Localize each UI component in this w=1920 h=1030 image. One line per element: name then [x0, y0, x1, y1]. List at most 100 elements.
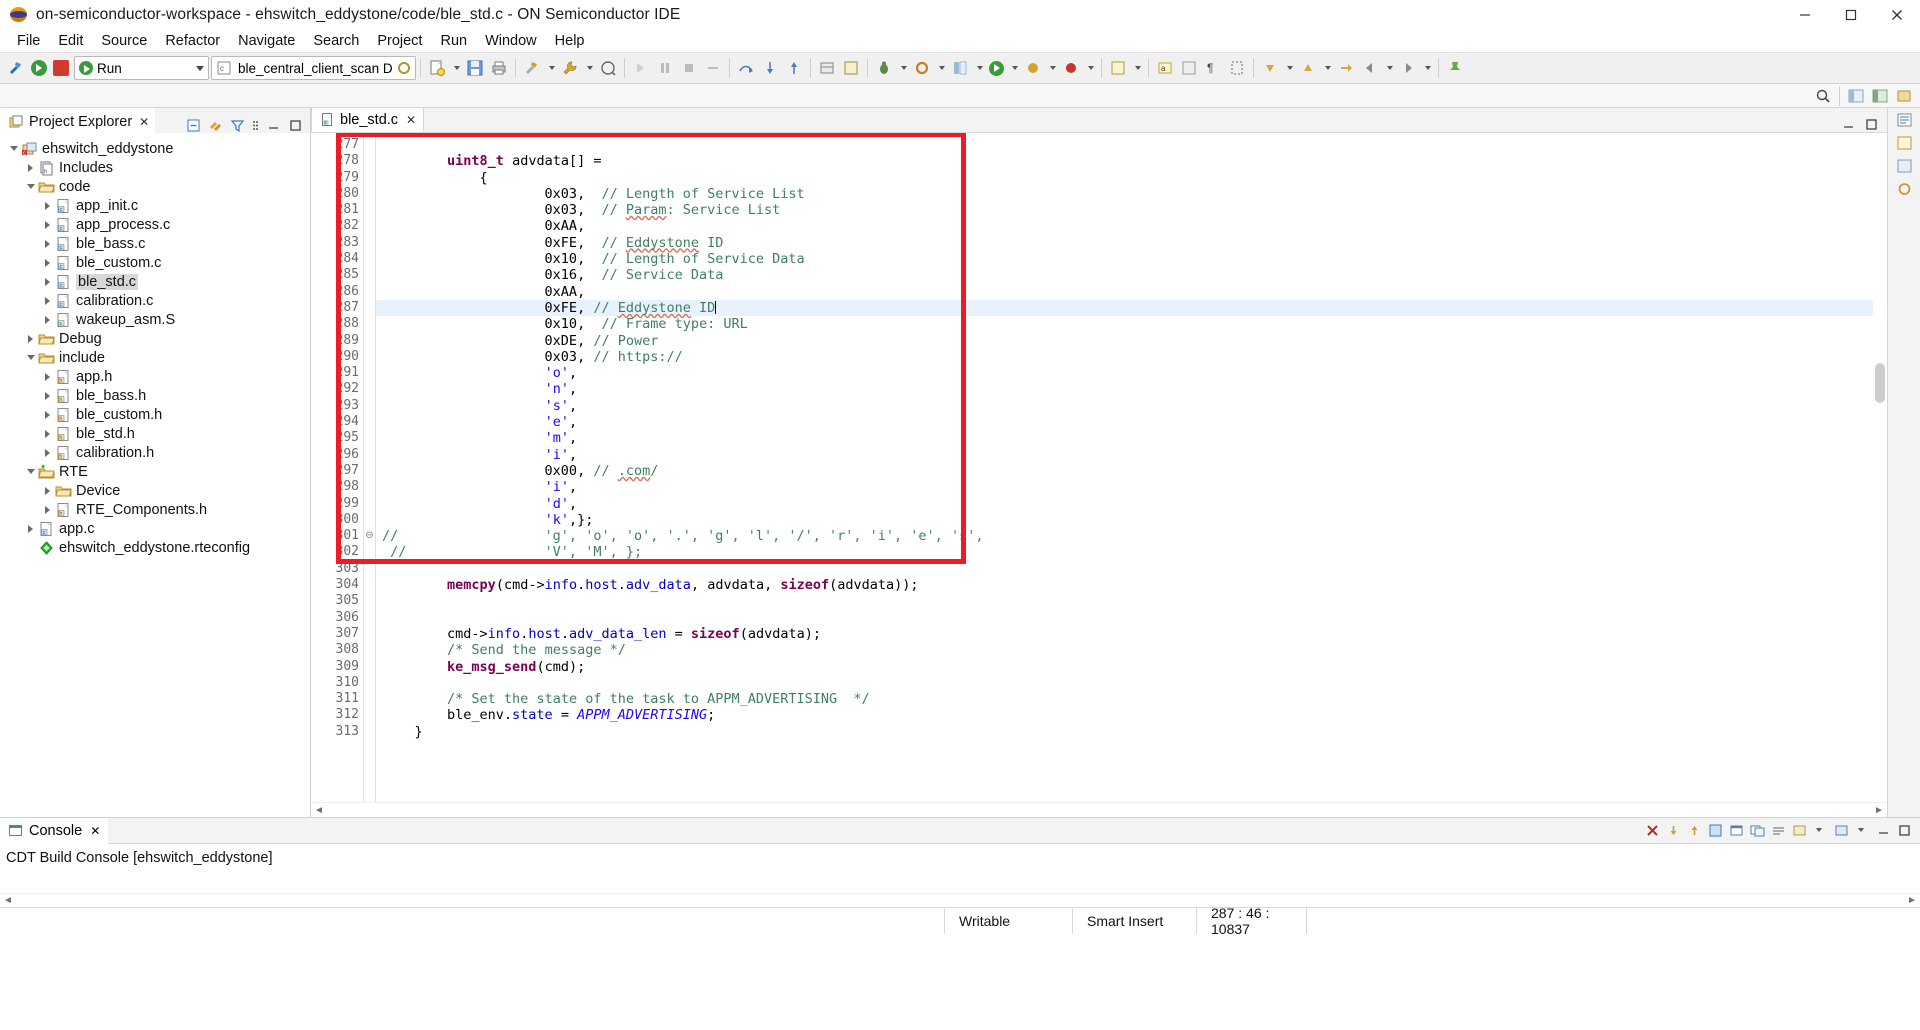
- chevron-right-icon[interactable]: [23, 334, 38, 343]
- back-icon[interactable]: [1358, 55, 1382, 81]
- build-hammer-icon[interactable]: [4, 55, 28, 81]
- console-output[interactable]: CDT Build Console [ehswitch_eddystone]: [0, 844, 1920, 893]
- code-line[interactable]: [376, 675, 1887, 691]
- show-source-quick-icon[interactable]: ¶: [1201, 55, 1225, 81]
- display-selected-console-icon[interactable]: [1729, 823, 1744, 838]
- step-into-icon[interactable]: [629, 55, 653, 81]
- pin-editor-icon[interactable]: [1443, 55, 1467, 81]
- chevron-down-icon[interactable]: [1083, 55, 1097, 81]
- tree-item-app-process-c[interactable]: c app_process.c: [0, 215, 310, 234]
- coverage-icon[interactable]: [1059, 55, 1083, 81]
- tree-item-app-h[interactable]: h app.h: [0, 367, 310, 386]
- menu-item-refactor[interactable]: Refactor: [156, 33, 229, 49]
- console-options-icon[interactable]: [1834, 823, 1849, 838]
- chevron-right-icon[interactable]: [40, 258, 55, 267]
- clear-console-icon[interactable]: [1645, 823, 1660, 838]
- chevron-right-icon[interactable]: [40, 429, 55, 438]
- scroll-left-icon[interactable]: ◄: [311, 805, 327, 816]
- code-line[interactable]: {: [376, 170, 1887, 186]
- tree-item-app-init-c[interactable]: c app_init.c: [0, 196, 310, 215]
- tree-item-debug[interactable]: Debug: [0, 329, 310, 348]
- fold-toggle-icon[interactable]: ⊖: [364, 528, 375, 544]
- scroll-right-icon[interactable]: ►: [1871, 805, 1887, 816]
- collapse-all-icon[interactable]: [186, 118, 201, 133]
- tree-item-wakeup-asm-s[interactable]: s wakeup_asm.S: [0, 310, 310, 329]
- chevron-down-icon[interactable]: [934, 55, 948, 81]
- menu-item-run[interactable]: Run: [431, 33, 476, 49]
- new-console-view-icon[interactable]: [1750, 823, 1765, 838]
- chevron-down-icon[interactable]: [582, 55, 596, 81]
- tree-item-calibration-c[interactable]: c calibration.c: [0, 291, 310, 310]
- tree-item-ble-std-c[interactable]: c ble_std.c: [0, 272, 310, 291]
- new-c-class-icon[interactable]: [1106, 55, 1130, 81]
- toggle-block-selection-icon[interactable]: [1225, 55, 1249, 81]
- forward-icon[interactable]: [1396, 55, 1420, 81]
- code-line[interactable]: 'd',: [376, 496, 1887, 512]
- tree-item-device[interactable]: Device: [0, 481, 310, 500]
- view-menu-icon[interactable]: [252, 118, 259, 133]
- last-edit-location-icon[interactable]: [1334, 55, 1358, 81]
- close-icon[interactable]: ✕: [90, 824, 100, 838]
- code-line[interactable]: 0x00, // .com/: [376, 463, 1887, 479]
- chevron-right-icon[interactable]: [40, 315, 55, 324]
- tree-item-includes[interactable]: h Includes: [0, 158, 310, 177]
- search-icon[interactable]: [1811, 83, 1835, 109]
- code-line[interactable]: 'i',: [376, 447, 1887, 463]
- code-line[interactable]: uint8_t advdata[] =: [376, 153, 1887, 169]
- registers-icon[interactable]: [839, 55, 863, 81]
- toggle-mark-occurrences-icon[interactable]: a: [1153, 55, 1177, 81]
- code-line[interactable]: 0xFE, // Eddystone ID: [376, 299, 1887, 317]
- code-line[interactable]: 0xAA,: [376, 284, 1887, 300]
- scroll-up-icon[interactable]: [1687, 823, 1702, 838]
- run-mode-selector[interactable]: Run: [74, 56, 209, 80]
- minimize-view-icon[interactable]: [266, 118, 281, 133]
- print-icon[interactable]: [487, 55, 511, 81]
- task-list-icon[interactable]: [1896, 135, 1913, 151]
- build-all-icon[interactable]: [520, 55, 544, 81]
- code-line[interactable]: 0xAA,: [376, 218, 1887, 234]
- outline-view-icon[interactable]: [1896, 112, 1913, 128]
- chevron-down-icon[interactable]: [1320, 55, 1334, 81]
- maximize-view-icon[interactable]: [288, 118, 303, 133]
- code-line[interactable]: 0x10, // Frame type: URL: [376, 316, 1887, 332]
- close-button[interactable]: [1874, 0, 1920, 30]
- code-line[interactable]: /* Set the state of the task to APPM_ADV…: [376, 691, 1887, 707]
- tree-item-ble-bass-c[interactable]: c ble_bass.c: [0, 234, 310, 253]
- code-line[interactable]: // 'V', 'M', };: [376, 544, 1887, 560]
- console-horizontal-scrollbar[interactable]: ◄ ►: [0, 893, 1920, 907]
- annotation-ruler[interactable]: [311, 133, 325, 802]
- editor-horizontal-scrollbar[interactable]: ◄ ►: [311, 802, 1887, 817]
- show-whitespace-icon[interactable]: [1177, 55, 1201, 81]
- code-line[interactable]: 'k',};: [376, 512, 1887, 528]
- scroll-right-icon[interactable]: ►: [1904, 895, 1920, 906]
- new-file-icon[interactable]: [425, 55, 449, 81]
- code-line[interactable]: 0xDE, // Power: [376, 333, 1887, 349]
- disconnect-icon[interactable]: [701, 55, 725, 81]
- step-over-icon[interactable]: [734, 55, 758, 81]
- save-icon[interactable]: [463, 55, 487, 81]
- chevron-down-icon[interactable]: [6, 146, 21, 151]
- word-wrap-icon[interactable]: [1771, 823, 1786, 838]
- stop-button[interactable]: [50, 55, 72, 81]
- code-line[interactable]: 's',: [376, 398, 1887, 414]
- code-line[interactable]: [376, 593, 1887, 609]
- tab-project-explorer[interactable]: Project Explorer ✕: [0, 108, 156, 133]
- code-line[interactable]: cmd->info.host.adv_data_len = sizeof(adv…: [376, 626, 1887, 642]
- menu-item-file[interactable]: File: [8, 33, 49, 49]
- perspective-icon[interactable]: [948, 55, 972, 81]
- tab-console[interactable]: Console ✕: [0, 817, 109, 844]
- scroll-lock-icon[interactable]: [1666, 823, 1681, 838]
- run-config-icon[interactable]: [986, 55, 1007, 81]
- source-code[interactable]: uint8_t advdata[] = { 0x03, // Length of…: [376, 133, 1887, 802]
- chevron-down-icon[interactable]: [1420, 55, 1434, 81]
- code-line[interactable]: 'e',: [376, 414, 1887, 430]
- code-line[interactable]: // 'g', 'o', 'o', '.', 'g', 'l', '/', 'r…: [376, 528, 1887, 544]
- code-line[interactable]: [376, 137, 1887, 153]
- wrench-icon[interactable]: [558, 55, 582, 81]
- code-line[interactable]: ke_msg_send(cmd);: [376, 659, 1887, 675]
- code-line[interactable]: 'o',: [376, 365, 1887, 381]
- open-console-icon[interactable]: [1792, 823, 1807, 838]
- chevron-right-icon[interactable]: [40, 239, 55, 248]
- code-line[interactable]: 0x03, // Param: Service List: [376, 202, 1887, 218]
- menu-item-search[interactable]: Search: [304, 33, 368, 49]
